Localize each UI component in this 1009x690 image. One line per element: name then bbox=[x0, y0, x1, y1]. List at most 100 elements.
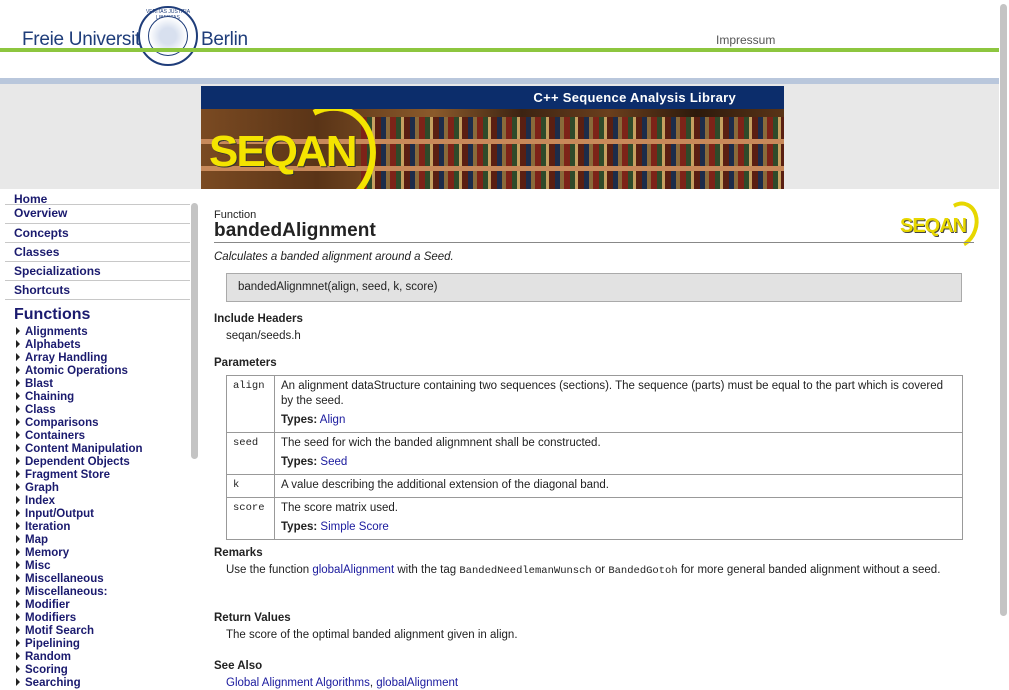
expand-triangle-icon[interactable] bbox=[16, 340, 20, 348]
see-also-link-global-alignment-algorithms[interactable]: Global Alignment Algorithms bbox=[226, 677, 370, 689]
sidebar-item-classes[interactable]: Classes bbox=[5, 243, 190, 262]
expand-triangle-icon[interactable] bbox=[16, 353, 20, 361]
sidebar-function-item[interactable]: Comparisons bbox=[16, 417, 143, 430]
sidebar-function-item[interactable]: Content Manipulation bbox=[16, 443, 143, 456]
expand-triangle-icon[interactable] bbox=[16, 470, 20, 478]
functions-heading: Functions bbox=[14, 306, 91, 323]
param-name: seed bbox=[226, 432, 275, 475]
include-headers-heading: Include Headers bbox=[214, 313, 303, 325]
sidebar-function-label: Dependent Objects bbox=[25, 456, 130, 468]
sidebar-function-label: Miscellaneous: bbox=[25, 586, 108, 598]
sidebar-function-label: Iteration bbox=[25, 521, 71, 533]
table-row: score The score matrix used. Types: Simp… bbox=[226, 497, 963, 540]
sidebar-function-item[interactable]: Blast bbox=[16, 378, 143, 391]
sidebar-item-concepts[interactable]: Concepts bbox=[5, 224, 190, 243]
expand-triangle-icon[interactable] bbox=[16, 652, 20, 660]
type-link-align[interactable]: Align bbox=[320, 414, 346, 426]
sidebar-function-label: Atomic Operations bbox=[25, 365, 128, 377]
page-scrollbar[interactable] bbox=[999, 0, 1009, 690]
expand-triangle-icon[interactable] bbox=[16, 509, 20, 517]
sidebar-function-item[interactable]: Array Handling bbox=[16, 352, 143, 365]
sidebar-nav: Home Overview Concepts Classes Specializ… bbox=[0, 189, 200, 300]
expand-triangle-icon[interactable] bbox=[16, 548, 20, 556]
sidebar-function-item[interactable]: Random bbox=[16, 651, 143, 664]
expand-triangle-icon[interactable] bbox=[16, 444, 20, 452]
expand-triangle-icon[interactable] bbox=[16, 626, 20, 634]
sidebar-function-item[interactable]: Atomic Operations bbox=[16, 365, 143, 378]
sidebar-function-item[interactable]: Memory bbox=[16, 547, 143, 560]
param-description: A value describing the additional extens… bbox=[274, 474, 963, 498]
expand-triangle-icon[interactable] bbox=[16, 574, 20, 582]
expand-triangle-icon[interactable] bbox=[16, 405, 20, 413]
sidebar-function-item[interactable]: Modifier bbox=[16, 599, 143, 612]
type-link-simple-score[interactable]: Simple Score bbox=[320, 521, 388, 533]
sidebar-function-item[interactable]: Alphabets bbox=[16, 339, 143, 352]
expand-triangle-icon[interactable] bbox=[16, 496, 20, 504]
expand-triangle-icon[interactable] bbox=[16, 457, 20, 465]
sidebar-function-item[interactable]: Searching bbox=[16, 677, 143, 690]
sidebar-function-item[interactable]: Modifiers bbox=[16, 612, 143, 625]
expand-triangle-icon[interactable] bbox=[16, 587, 20, 595]
remarks-text-part: Use the function bbox=[226, 564, 313, 576]
sidebar-function-item[interactable]: Input/Output bbox=[16, 508, 143, 521]
sidebar-function-item[interactable]: Map bbox=[16, 534, 143, 547]
expand-triangle-icon[interactable] bbox=[16, 379, 20, 387]
expand-triangle-icon[interactable] bbox=[16, 522, 20, 530]
sidebar-function-item[interactable]: Miscellaneous: bbox=[16, 586, 143, 599]
sidebar-function-item[interactable]: Dependent Objects bbox=[16, 456, 143, 469]
expand-triangle-icon[interactable] bbox=[16, 431, 20, 439]
bookshelf-row bbox=[361, 171, 784, 189]
sidebar-function-item[interactable]: Chaining bbox=[16, 391, 143, 404]
university-seal-icon[interactable]: VERITAS JUSTITIA LIBERTAS bbox=[138, 6, 198, 66]
expand-triangle-icon[interactable] bbox=[16, 613, 20, 621]
param-description: The score matrix used. Types: Simple Sco… bbox=[274, 497, 963, 540]
sidebar-function-label: Blast bbox=[25, 378, 54, 390]
sidebar-item-specializations[interactable]: Specializations bbox=[5, 262, 190, 281]
param-description: An alignment dataStructure containing tw… bbox=[274, 375, 963, 433]
expand-triangle-icon[interactable] bbox=[16, 483, 20, 491]
function-summary: Calculates a banded alignment around a S… bbox=[214, 251, 454, 263]
sidebar-scrollbar[interactable] bbox=[191, 203, 198, 459]
sidebar-function-item[interactable]: Graph bbox=[16, 482, 143, 495]
sidebar-function-label: Chaining bbox=[25, 391, 75, 403]
sidebar-function-label: Pipelining bbox=[25, 638, 80, 650]
param-description: The seed for wich the banded alignmnent … bbox=[274, 432, 963, 475]
impressum-link[interactable]: Impressum bbox=[716, 33, 775, 47]
sidebar-item-overview[interactable]: Overview bbox=[5, 205, 190, 224]
sidebar-function-item[interactable]: Fragment Store bbox=[16, 469, 143, 482]
page-title: bandedAlignment bbox=[214, 220, 376, 241]
sidebar-function-item[interactable]: Containers bbox=[16, 430, 143, 443]
sidebar: Home Overview Concepts Classes Specializ… bbox=[0, 189, 200, 690]
sidebar-function-item[interactable]: Scoring bbox=[16, 664, 143, 677]
sidebar-function-item[interactable]: Miscellaneous bbox=[16, 573, 143, 586]
sidebar-function-item[interactable]: Pipelining bbox=[16, 638, 143, 651]
expand-triangle-icon[interactable] bbox=[16, 665, 20, 673]
sidebar-function-item[interactable]: Misc bbox=[16, 560, 143, 573]
page-scrollbar-thumb[interactable] bbox=[1000, 4, 1007, 616]
expand-triangle-icon[interactable] bbox=[16, 535, 20, 543]
sidebar-item-home[interactable]: Home bbox=[5, 189, 190, 206]
expand-triangle-icon[interactable] bbox=[16, 678, 20, 686]
type-link-seed[interactable]: Seed bbox=[320, 456, 347, 468]
expand-triangle-icon[interactable] bbox=[16, 418, 20, 426]
expand-triangle-icon[interactable] bbox=[16, 327, 20, 335]
seqan-logo: SEQAN bbox=[209, 127, 357, 176]
sidebar-function-item[interactable]: Motif Search bbox=[16, 625, 143, 638]
banner-image[interactable]: SEQAN bbox=[201, 109, 784, 189]
sidebar-function-label: Scoring bbox=[25, 664, 68, 676]
see-also-link-global-alignment[interactable]: globalAlignment bbox=[376, 677, 458, 689]
sidebar-function-item[interactable]: Class bbox=[16, 404, 143, 417]
expand-triangle-icon[interactable] bbox=[16, 366, 20, 374]
sidebar-function-item[interactable]: Iteration bbox=[16, 521, 143, 534]
sidebar-item-shortcuts[interactable]: Shortcuts bbox=[5, 281, 190, 300]
global-alignment-link[interactable]: globalAlignment bbox=[312, 564, 394, 576]
sidebar-function-item[interactable]: Index bbox=[16, 495, 143, 508]
table-row: seed The seed for wich the banded alignm… bbox=[226, 432, 963, 475]
sidebar-function-item[interactable]: Alignments bbox=[16, 326, 143, 339]
expand-triangle-icon[interactable] bbox=[16, 392, 20, 400]
expand-triangle-icon[interactable] bbox=[16, 600, 20, 608]
param-types: Types: Seed bbox=[281, 455, 956, 470]
param-desc-text: The score matrix used. bbox=[281, 502, 398, 514]
expand-triangle-icon[interactable] bbox=[16, 561, 20, 569]
expand-triangle-icon[interactable] bbox=[16, 639, 20, 647]
